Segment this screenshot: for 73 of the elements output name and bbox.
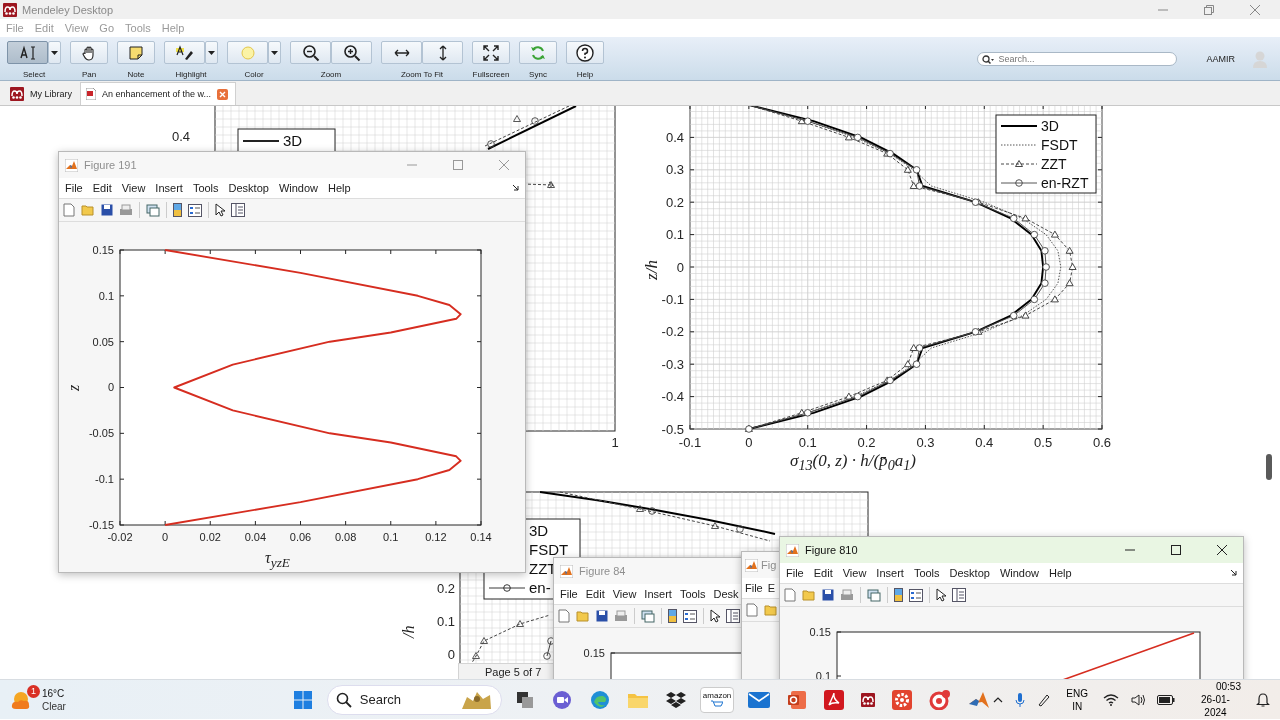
legend-label: 3D — [1041, 118, 1059, 134]
user-name: AAMIR — [1206, 53, 1235, 64]
tick-label: -0.4 — [661, 389, 684, 405]
tick-label: 0.15 — [92, 243, 114, 256]
toolbar-label: Color — [244, 70, 264, 79]
notification-badge: 1 — [27, 684, 40, 698]
tick-label: -0.1 — [661, 292, 684, 308]
tick-label: 0.1 — [383, 531, 399, 543]
tick-label: 0.08 — [334, 531, 357, 543]
window-title: Figure 191 — [84, 159, 137, 171]
legend-label: ZZT — [1041, 156, 1067, 172]
tick-label: -0.05 — [88, 427, 114, 440]
tick-label: 0.14 — [470, 531, 492, 543]
temperature: 16°C — [42, 686, 66, 700]
tick-label: 0.1 — [665, 227, 684, 243]
tick-label: 0.12 — [425, 531, 447, 543]
toolbar-label: Sync — [529, 70, 547, 79]
tick-label: 0 — [676, 259, 684, 275]
legend-label: FSDT — [529, 541, 569, 558]
tick-label: 0.04 — [244, 531, 267, 543]
axis-label: z/h — [641, 260, 662, 280]
toolbar-label: Zoom — [320, 70, 342, 79]
tick-label: 0.2 — [857, 435, 876, 450]
tick-label: 0.15 — [583, 647, 605, 659]
tick-label: 0.6 — [1092, 435, 1112, 450]
tick-label: -0.5 — [661, 421, 684, 437]
tick-label: -0.2 — [661, 324, 684, 340]
toolbar-label: Zoom To Fit — [400, 70, 444, 79]
tick-label: 0 — [107, 381, 114, 394]
tick-label: 0.3 — [665, 162, 684, 178]
tick-label: 0.1 — [436, 614, 455, 629]
legend-label: 3D — [283, 132, 303, 149]
tick-label: 0.4 — [975, 435, 994, 450]
tick-label: 0.15 — [809, 626, 831, 638]
tick-label: 0.06 — [289, 531, 312, 543]
window-title: Fig — [761, 559, 777, 571]
legend-label: en- — [529, 579, 551, 596]
tick-label: 0.2 — [665, 194, 684, 210]
tick-label: -0.15 — [88, 518, 114, 531]
tick-label: 0 — [447, 647, 455, 662]
tick-label: -0.02 — [107, 531, 133, 543]
axis-label: σ$_{13}$(0, z) · h/(p̄$_{0}$a$_{1}$) — [790, 451, 916, 475]
tick-label: 0.3 — [916, 435, 935, 450]
weather-condition: Clear — [42, 699, 66, 713]
tick-label: -0.3 — [661, 356, 684, 372]
tick-label: 0 — [745, 435, 753, 450]
tick-label: 0.2 — [436, 581, 455, 596]
toolbar-label: Pan — [81, 70, 97, 79]
tick-label: 0.4 — [665, 130, 684, 146]
tick-label: 0.02 — [199, 531, 221, 543]
tick-label: 0.5 — [1034, 435, 1053, 450]
tick-label: -0.1 — [95, 473, 114, 486]
tick-label: 0.1 — [798, 435, 817, 450]
window-title: Figure 84 — [579, 565, 626, 577]
tick-label: 0 — [162, 531, 169, 543]
window-title: Mendeley Desktop — [22, 3, 115, 16]
legend-label: ZZT — [529, 560, 557, 577]
toolbar-label: Note — [127, 70, 145, 79]
tick-label: 1 — [611, 435, 619, 450]
tick-label: 0.4 — [171, 129, 190, 144]
legend-label: en-RZT — [1041, 175, 1089, 191]
toolbar-label: Help — [576, 70, 594, 79]
toolbar-label: Fullscreen — [472, 70, 510, 79]
legend-label: FSDT — [1041, 137, 1078, 153]
toolbar-label: Highlight — [175, 70, 207, 79]
legend-label: 3D — [529, 522, 549, 539]
window-title: Figure 810 — [805, 544, 858, 556]
tick-label: 0.1 — [98, 289, 114, 302]
toolbar-label: Select — [22, 70, 46, 79]
axis-label: z — [65, 384, 84, 392]
tick-label: -0.1 — [678, 435, 702, 450]
tick-label: 0.05 — [92, 335, 114, 348]
axis-label: /h — [400, 625, 417, 638]
